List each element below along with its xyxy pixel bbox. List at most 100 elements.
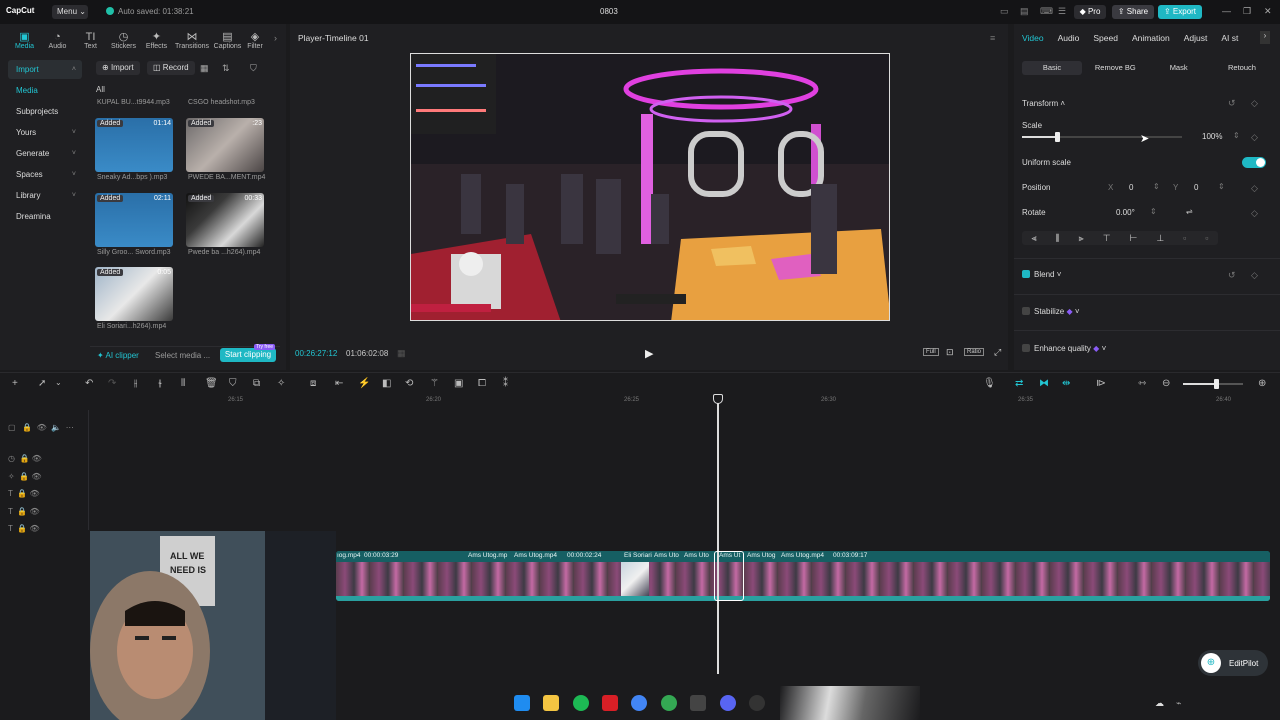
clip-label[interactable]: ıog.mp4: [337, 552, 361, 559]
speed-icon[interactable]: ⚡: [358, 378, 370, 389]
keyframe-icon[interactable]: ◇: [1251, 183, 1258, 194]
clip-label[interactable]: Ams Utog.mp4: [514, 552, 557, 559]
scale-handle[interactable]: [1055, 132, 1061, 142]
shortcuts-icon[interactable]: ⌨: [1040, 6, 1053, 17]
distribute-icon[interactable]: ▫: [1183, 233, 1186, 243]
playhead[interactable]: [717, 394, 719, 674]
main-video-track[interactable]: ıog.mp4 00:00:03:29 Ams Utog.mp Ams Utog…: [336, 551, 1270, 601]
tab-filters[interactable]: ◈ Filter: [244, 31, 266, 50]
maximize-icon[interactable]: ❐: [1243, 6, 1251, 17]
layout-icon[interactable]: ▤: [1020, 6, 1029, 17]
flip-icon[interactable]: ⇌: [1186, 207, 1193, 216]
audio-icon[interactable]: 🔈: [51, 423, 61, 432]
rotate-input[interactable]: 0.00°: [1116, 208, 1135, 217]
checkbox[interactable]: [1022, 344, 1030, 352]
sidebar-item-yours[interactable]: Yours ˅: [8, 123, 82, 142]
media-thumbnail[interactable]: Added 02:11: [95, 193, 173, 247]
zoom-out-icon[interactable]: ⊖: [1162, 378, 1170, 389]
tray-icon[interactable]: ☁: [1155, 698, 1164, 709]
media-thumbnail[interactable]: Added:23: [186, 118, 264, 172]
sidebar-item-media[interactable]: Media: [8, 81, 82, 100]
magic-icon[interactable]: ✧: [277, 378, 285, 389]
tab-video[interactable]: Video: [1022, 33, 1044, 43]
sidebar-item-subprojects[interactable]: Subprojects: [8, 102, 82, 121]
netflix-icon[interactable]: [602, 695, 618, 711]
subtab-retouch[interactable]: Retouch: [1212, 61, 1272, 75]
position-x-input[interactable]: 0: [1129, 183, 1133, 192]
distribute-icon[interactable]: ▫: [1205, 233, 1208, 243]
menu-button[interactable]: Menu ⌄: [52, 5, 88, 19]
align-left-icon[interactable]: ⫷: [1031, 233, 1036, 244]
redo-icon[interactable]: ↷: [108, 378, 116, 389]
more-icon[interactable]: ⋯: [66, 423, 74, 432]
keyframe-icon[interactable]: ◇: [1251, 98, 1258, 109]
preview-axis-icon[interactable]: ⧐: [1096, 378, 1106, 389]
lock-icon[interactable]: 🔒: [19, 472, 29, 481]
subtab-remove-bg[interactable]: Remove BG: [1085, 61, 1145, 75]
chevron-down-icon[interactable]: ⌄: [55, 378, 62, 387]
linkage-icon[interactable]: ⇹: [1062, 378, 1070, 389]
eye-icon[interactable]: 👁: [32, 454, 42, 463]
scale-slider[interactable]: [1022, 132, 1182, 142]
tab-ai-style[interactable]: AI st: [1221, 33, 1238, 43]
clip-label[interactable]: Eli Soriari: [624, 552, 652, 559]
zoom-fit-icon[interactable]: ⊡: [946, 347, 954, 358]
rotate-icon[interactable]: ⟲: [405, 378, 413, 389]
cover-icon[interactable]: ▢: [8, 423, 16, 432]
tab-speed[interactable]: Speed: [1093, 33, 1118, 43]
playhead-handle[interactable]: [713, 394, 723, 404]
enhance-quality-row[interactable]: Enhance quality ◆ ˅: [1022, 344, 1106, 353]
split-left-icon[interactable]: ⫳: [158, 378, 162, 389]
fullscreen-icon[interactable]: ⤢: [994, 347, 1001, 358]
delete-icon[interactable]: 🗑: [205, 378, 218, 389]
reverse-icon[interactable]: ⇤: [335, 378, 343, 389]
lock-icon[interactable]: 🔒: [17, 524, 27, 533]
select-tool-icon[interactable]: ➚: [38, 378, 46, 389]
add-track-icon[interactable]: +: [12, 378, 18, 389]
zoom-handle[interactable]: [1214, 379, 1219, 389]
lock-icon[interactable]: 🔒: [19, 454, 29, 463]
windows-start-icon[interactable]: [514, 695, 530, 711]
menu-icon[interactable]: ≡: [990, 33, 995, 43]
pro-button[interactable]: ◆ Pro: [1074, 5, 1106, 19]
obs-icon[interactable]: [749, 695, 765, 711]
full-button[interactable]: Full: [923, 348, 939, 356]
subtab-basic[interactable]: Basic: [1022, 61, 1082, 75]
wand-icon[interactable]: ⚚: [430, 378, 439, 389]
video-preview[interactable]: [410, 53, 890, 321]
sidebar-item-spaces[interactable]: Spaces ˅: [8, 165, 82, 184]
eye-icon[interactable]: 👁: [37, 423, 47, 432]
main-track-magnet-icon[interactable]: ⇄: [1015, 378, 1023, 389]
minimize-icon[interactable]: —: [1222, 6, 1231, 16]
freeze-icon[interactable]: ⧈: [310, 378, 316, 389]
grid-view-icon[interactable]: ▦: [200, 63, 209, 74]
start-clipping-button[interactable]: Start clipping: [220, 348, 276, 362]
tray-icon[interactable]: ⌁: [1176, 698, 1181, 709]
tab-audio[interactable]: Audio: [1058, 33, 1080, 43]
settings-icon[interactable]: ☰: [1058, 6, 1066, 17]
stepper-icon[interactable]: ⇕: [1218, 182, 1225, 191]
scale-value[interactable]: 100%: [1202, 132, 1222, 141]
align-right-icon[interactable]: ⫸: [1079, 233, 1084, 244]
eye-icon[interactable]: 👁: [30, 489, 40, 498]
import-button[interactable]: ⊕ Import: [96, 61, 140, 75]
chrome-profile-icon[interactable]: [661, 695, 677, 711]
chevron-right-icon[interactable]: ›: [1260, 31, 1270, 44]
sidebar-item-import[interactable]: Import ˄: [8, 60, 82, 79]
eye-icon[interactable]: 👁: [30, 524, 40, 533]
blend-row[interactable]: Blend ˅: [1022, 270, 1061, 279]
eye-icon[interactable]: 👁: [31, 472, 41, 481]
clip-label[interactable]: Ams Utog: [747, 552, 776, 559]
lock-icon[interactable]: 🔒: [17, 507, 27, 516]
tab-audio[interactable]: ◔ Audio: [41, 31, 74, 50]
stabilize-row[interactable]: Stabilize ◆ ˅: [1022, 307, 1080, 316]
eye-icon[interactable]: 👁: [30, 507, 40, 516]
tab-text[interactable]: TI Text: [74, 31, 107, 50]
marker-icon[interactable]: ⛉: [229, 378, 237, 389]
tab-stickers[interactable]: ◷ Stickers: [107, 31, 140, 50]
keyframe-icon[interactable]: ◇: [1251, 270, 1258, 281]
tab-adjust[interactable]: Adjust: [1184, 33, 1208, 43]
clip-label[interactable]: Ams Utog.mp4: [781, 552, 824, 559]
align-top-icon[interactable]: ⊤: [1103, 233, 1111, 244]
layout-icon[interactable]: ▭: [1000, 6, 1009, 17]
